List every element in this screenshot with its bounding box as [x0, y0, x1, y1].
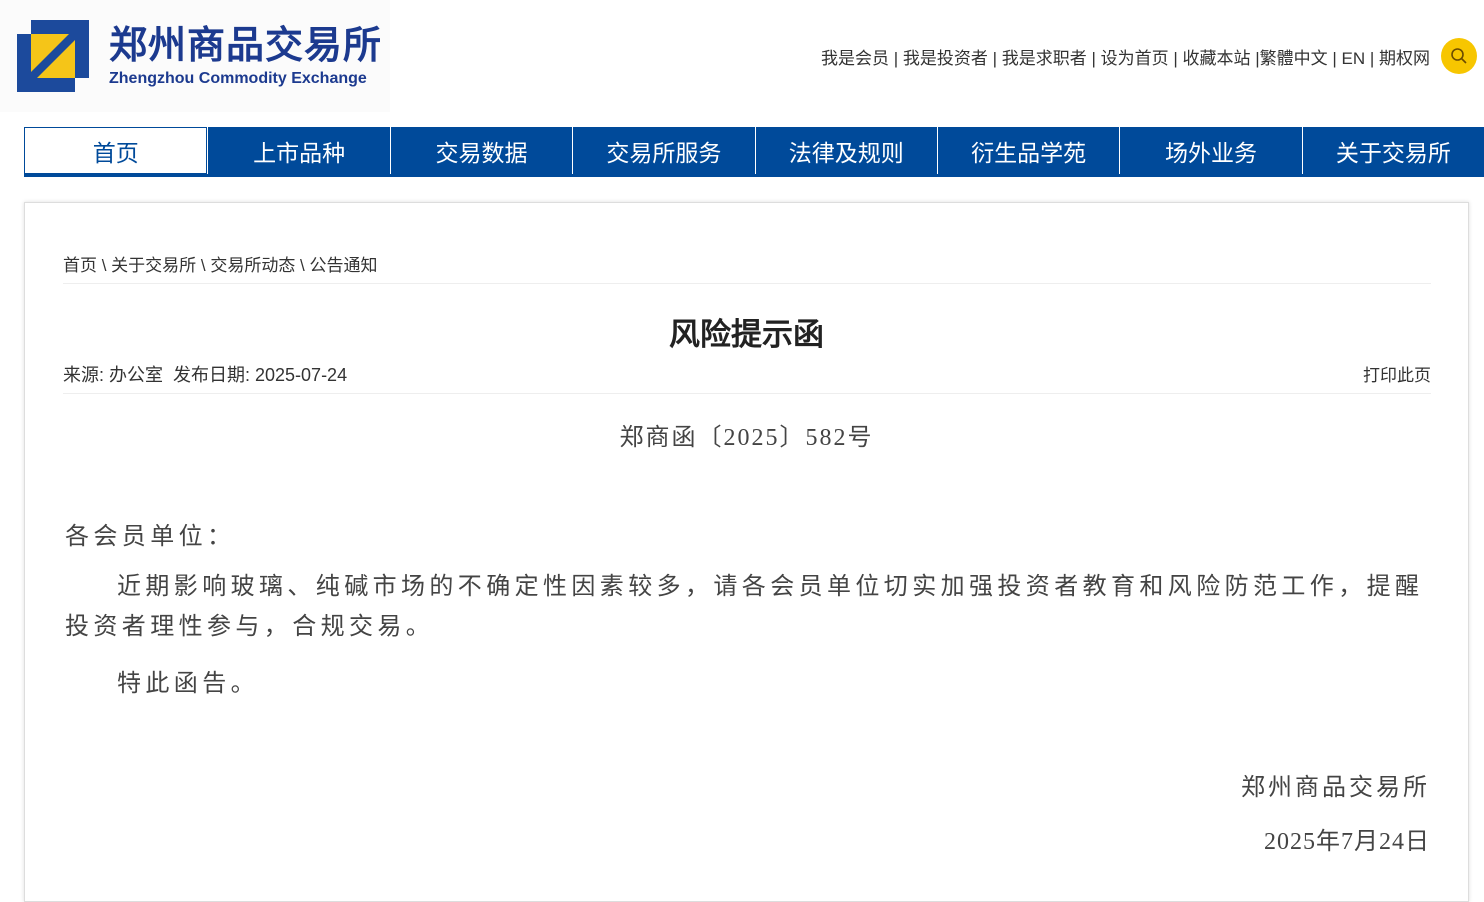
article-meta: 来源: 办公室 发布日期: 2025-07-24 [63, 361, 347, 387]
link-investor[interactable]: 我是投资者 [903, 49, 988, 68]
article-card: 首页 \ 关于交易所 \ 交易所动态 \ 公告通知 风险提示函 来源: 办公室 … [24, 202, 1469, 902]
main-nav: 首页 上市品种 交易数据 交易所服务 法律及规则 衍生品学苑 场外业务 关于交易… [24, 127, 1484, 177]
document-number: 郑商函〔2025〕582号 [25, 417, 1468, 452]
link-traditional[interactable]: 繁體中文 [1260, 49, 1328, 68]
signature-date: 2025年7月24日 [1264, 821, 1430, 856]
link-member[interactable]: 我是会员 [821, 49, 889, 68]
zce-logo-icon [17, 20, 89, 92]
link-bookmark[interactable]: 收藏本站 [1182, 49, 1250, 68]
logo-cn: 郑州商品交易所 [109, 24, 382, 68]
divider [63, 393, 1431, 394]
nav-home[interactable]: 首页 [24, 127, 207, 174]
salutation: 各会员单位： [65, 516, 235, 551]
nav-products[interactable]: 上市品种 [207, 127, 389, 174]
divider [63, 283, 1431, 284]
link-set-home[interactable]: 设为首页 [1101, 49, 1169, 68]
search-icon [1450, 47, 1468, 65]
nav-trading-data[interactable]: 交易数据 [390, 127, 572, 174]
nav-services[interactable]: 交易所服务 [572, 127, 754, 174]
top-links: 我是会员 | 我是投资者 | 我是求职者 | 设为首页 | 收藏本站 |繁體中文… [821, 44, 1430, 69]
link-en[interactable]: EN [1342, 49, 1366, 68]
print-button[interactable]: 打印此页 [1363, 361, 1431, 386]
link-jobseeker[interactable]: 我是求职者 [1002, 49, 1087, 68]
nav-otc[interactable]: 场外业务 [1119, 127, 1301, 174]
nav-academy[interactable]: 衍生品学苑 [937, 127, 1119, 174]
logo[interactable]: 郑州商品交易所 Zhengzhou Commodity Exchange [0, 0, 390, 112]
nav-about[interactable]: 关于交易所 [1302, 127, 1484, 174]
nav-rules[interactable]: 法律及规则 [755, 127, 937, 174]
link-options[interactable]: 期权网 [1379, 49, 1430, 68]
breadcrumb[interactable]: 首页 \ 关于交易所 \ 交易所动态 \ 公告通知 [63, 251, 378, 276]
logo-en: Zhengzhou Commodity Exchange [109, 70, 382, 88]
closing-paragraph: 特此函告。 [117, 663, 259, 698]
signature: 郑州商品交易所 [1241, 767, 1430, 802]
page-title: 风险提示函 [25, 309, 1468, 354]
body-paragraph: 近期影响玻璃、纯碱市场的不确定性因素较多，请各会员单位切实加强投资者教育和风险防… [65, 567, 1437, 647]
search-button[interactable] [1441, 38, 1477, 74]
